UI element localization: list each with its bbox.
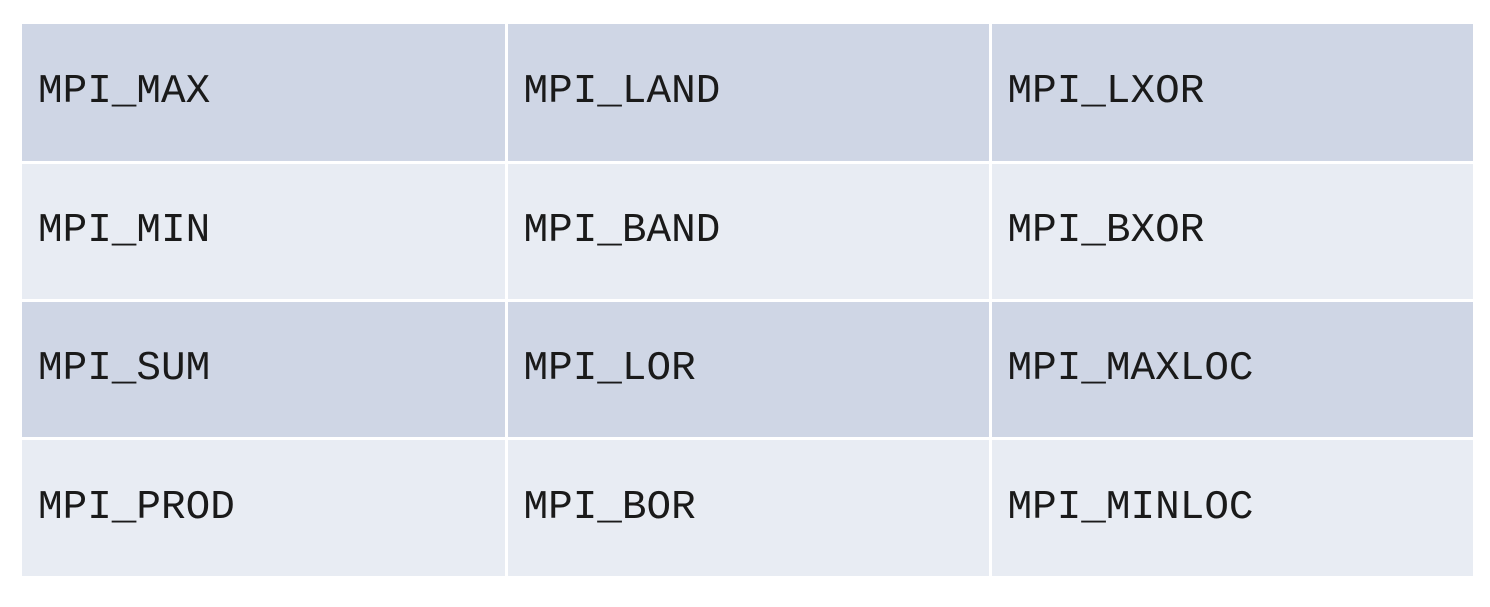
table-cell: MPI_MIN (22, 160, 508, 302)
table-cell: MPI_BXOR (988, 160, 1473, 302)
table-row: MPI_MAX MPI_LAND MPI_LXOR (22, 24, 1473, 164)
table-cell: MPI_LAND (504, 24, 992, 164)
table-row: MPI_MIN MPI_BAND MPI_BXOR (22, 160, 1473, 302)
table-cell: MPI_MAX (22, 24, 508, 164)
table-cell: MPI_LOR (504, 298, 992, 440)
table-cell: MPI_BAND (504, 160, 992, 302)
table-cell: MPI_PROD (22, 436, 508, 576)
table-cell: MPI_MINLOC (988, 436, 1473, 576)
mpi-operations-table: MPI_MAX MPI_LAND MPI_LXOR MPI_MIN MPI_BA… (22, 24, 1473, 576)
table-row: MPI_SUM MPI_LOR MPI_MAXLOC (22, 298, 1473, 440)
table-cell: MPI_BOR (504, 436, 992, 576)
table-cell: MPI_SUM (22, 298, 508, 440)
table-cell: MPI_LXOR (988, 24, 1473, 164)
table-row: MPI_PROD MPI_BOR MPI_MINLOC (22, 436, 1473, 576)
table-cell: MPI_MAXLOC (988, 298, 1473, 440)
